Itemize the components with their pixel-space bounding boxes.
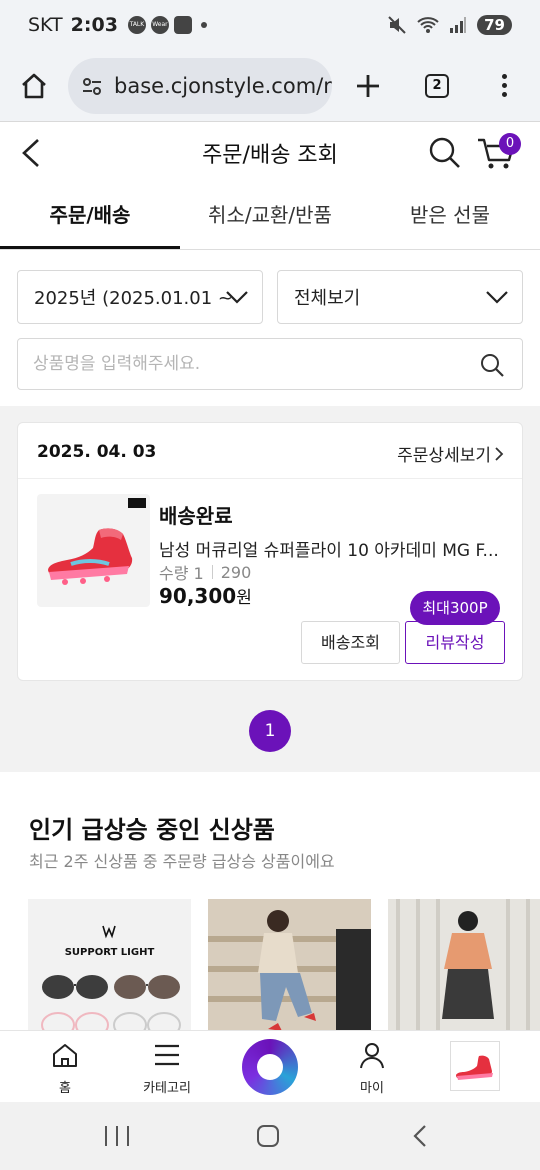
system-navigation-bar — [0, 1102, 540, 1170]
home-icon — [53, 1044, 77, 1067]
brand-logo — [128, 498, 146, 508]
new-tab-button[interactable] — [332, 50, 404, 122]
nav-my[interactable]: 마이 — [327, 1031, 417, 1103]
browser-home-button[interactable] — [0, 50, 68, 122]
quantity-option-row: 수량 1 290 — [159, 560, 251, 584]
menu-dot-icon — [501, 83, 507, 88]
more-notifications-icon — [200, 22, 207, 28]
write-review-button[interactable]: 리뷰작성 — [405, 621, 505, 664]
option-label: 290 — [220, 562, 252, 582]
order-date: 2025. 04. 03 — [37, 442, 157, 462]
carrier-label: SKT — [28, 14, 63, 36]
browser-menu-button[interactable] — [470, 50, 538, 122]
product-card[interactable] — [208, 899, 371, 1030]
product-search-input[interactable] — [18, 339, 458, 389]
order-card: 2025. 04. 03 주문상세보기 배송완료 남성 머큐리얼 슈퍼플라이 1… — [17, 422, 523, 681]
delivery-status: 배송완료 — [159, 504, 233, 528]
back-icon[interactable] — [400, 1122, 440, 1150]
mute-icon — [388, 16, 406, 34]
period-select-value: 2025년 (2025.01.01 ~ — [34, 288, 233, 309]
product-image[interactable] — [37, 494, 150, 607]
soccer-cleat-image — [456, 1055, 493, 1080]
chevron-down-icon — [226, 291, 248, 304]
person-icon — [360, 1043, 384, 1069]
plus-icon — [357, 74, 379, 97]
tab-count: 2 — [425, 73, 449, 98]
battery-indicator: 79 — [477, 15, 512, 35]
tab-received-gifts[interactable]: 받은 선물 — [360, 184, 540, 249]
section-title: 인기 급상승 중인 신상품 — [29, 816, 275, 844]
chevron-right-icon — [495, 446, 504, 461]
filter-section: 2025년 (2025.01.01 ~ 전체보기 — [0, 250, 540, 406]
signal-icon — [450, 17, 467, 33]
price-unit: 원 — [236, 588, 252, 608]
recent-apps-icon[interactable] — [97, 1122, 137, 1150]
browser-toolbar: base.cjonstyle.com/m 2 — [0, 50, 540, 122]
clock: 2:03 — [70, 14, 118, 36]
fashion-model-image — [208, 899, 371, 1030]
recent-product-thumbnail[interactable] — [450, 1041, 500, 1091]
bottom-navigation: 홈 카테고리 마이 — [0, 1030, 540, 1102]
price-value: 90,300 — [159, 584, 237, 608]
product-card[interactable] — [388, 899, 540, 1030]
divider — [211, 565, 213, 579]
soccer-cleat-image — [48, 528, 133, 585]
app-icon — [173, 16, 192, 34]
product-card[interactable]: SUPPORT LIGHT — [28, 899, 191, 1030]
nav-home[interactable]: 홈 — [20, 1031, 110, 1103]
tab-orders-delivery[interactable]: 주문/배송 — [0, 184, 180, 249]
order-detail-label: 주문상세보기 — [397, 446, 491, 466]
back-icon[interactable] — [18, 136, 48, 170]
nav-category-label: 카테고리 — [143, 1081, 191, 1096]
search-icon[interactable] — [479, 352, 505, 378]
order-detail-link[interactable]: 주문상세보기 — [397, 441, 504, 466]
sunglasses-image — [41, 975, 181, 1030]
period-select[interactable]: 2025년 (2025.01.01 ~ — [17, 270, 263, 324]
quantity-label: 수량 1 — [159, 564, 204, 583]
search-icon[interactable] — [428, 136, 462, 170]
live-orb-button[interactable] — [242, 1039, 298, 1095]
product-search-field — [17, 338, 523, 390]
divider — [18, 478, 522, 479]
cart-count-badge: 0 — [499, 133, 521, 155]
status-bar: SKT 2:03 TALK Wear 79 — [0, 0, 540, 50]
page-header: 주문/배송 조회 — [0, 122, 540, 184]
pagination-page-1[interactable]: 1 — [249, 710, 291, 752]
type-select[interactable]: 전체보기 — [277, 270, 523, 324]
price: 90,300원 — [159, 583, 252, 608]
menu-dot-icon — [501, 74, 507, 79]
wear-icon: Wear — [150, 16, 169, 34]
home-button-icon[interactable] — [248, 1122, 288, 1150]
tab-switcher-button[interactable]: 2 — [404, 50, 470, 122]
wifi-icon — [417, 17, 439, 33]
product-brand-label: SUPPORT LIGHT — [64, 947, 155, 958]
nav-category[interactable]: 카테고리 — [122, 1031, 212, 1103]
recommendation-section: 인기 급상승 중인 신상품 최근 2주 신상품 중 주문량 급상승 상품이에요 … — [0, 772, 540, 1030]
home-icon — [22, 73, 46, 98]
tab-cancel-exchange-return[interactable]: 취소/교환/반품 — [180, 184, 360, 249]
track-delivery-button[interactable]: 배송조회 — [301, 621, 400, 664]
talk-icon: TALK — [127, 16, 146, 34]
address-bar[interactable]: base.cjonstyle.com/m — [68, 57, 332, 114]
nav-my-label: 마이 — [360, 1081, 384, 1096]
fashion-model-image — [388, 899, 540, 1030]
product-name[interactable]: 남성 머큐리얼 슈퍼플라이 10 아카데미 MG F... — [159, 536, 509, 561]
site-settings-icon[interactable] — [80, 74, 104, 98]
url-text: base.cjonstyle.com/m — [114, 73, 332, 98]
chevron-down-icon — [486, 291, 508, 304]
review-reward-tag: 최대300P — [410, 591, 500, 625]
type-select-value: 전체보기 — [294, 288, 361, 309]
menu-dot-icon — [501, 92, 507, 97]
order-tabs: 주문/배송 취소/교환/반품 받은 선물 — [0, 184, 540, 250]
nav-home-label: 홈 — [59, 1081, 71, 1096]
section-subtitle: 최근 2주 신상품 중 주문량 급상승 상품이에요 — [29, 852, 335, 871]
brand-logo-icon — [102, 925, 116, 939]
menu-icon — [155, 1044, 179, 1066]
